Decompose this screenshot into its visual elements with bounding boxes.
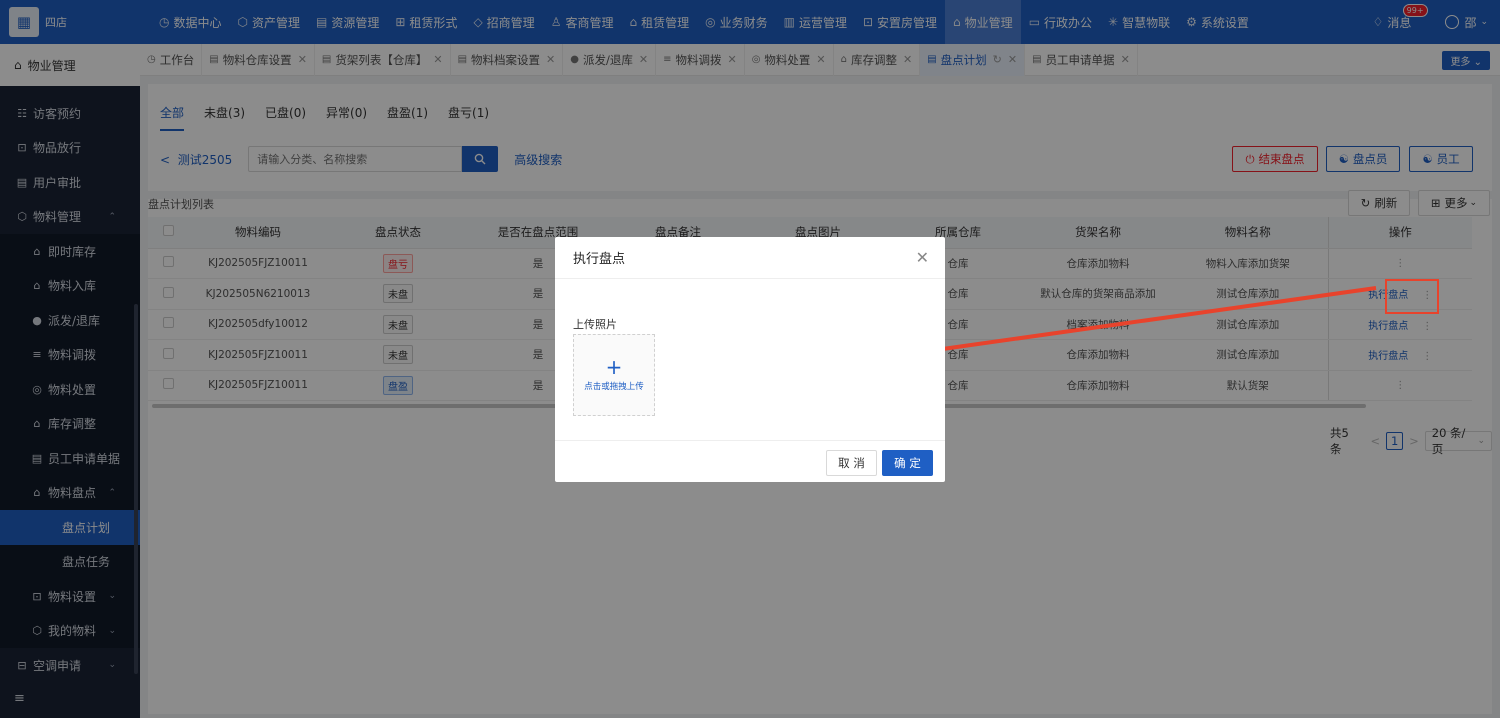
confirm-button[interactable]: 确 定 (882, 450, 933, 476)
execute-inventory-dialog: 执行盘点 ✕ 上传照片 + 点击或拖拽上传 取 消 确 定 (555, 237, 945, 482)
upload-photo-label: 上传照片 (573, 318, 617, 331)
annotation-highlight-box (1385, 279, 1439, 314)
plus-icon: + (605, 355, 623, 379)
dialog-footer: 取 消 确 定 (555, 440, 945, 482)
dialog-header: 执行盘点 ✕ (555, 237, 945, 279)
close-icon[interactable]: ✕ (916, 248, 929, 267)
cancel-button[interactable]: 取 消 (826, 450, 877, 476)
dialog-title: 执行盘点 (573, 252, 626, 267)
photo-upload-area[interactable]: + 点击或拖拽上传 (573, 334, 655, 416)
upload-hint: 点击或拖拽上传 (584, 382, 644, 392)
